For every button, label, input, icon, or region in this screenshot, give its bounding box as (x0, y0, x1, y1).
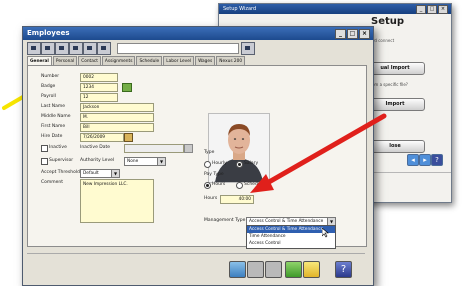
inactive-date-field[interactable] (124, 144, 184, 153)
authority-level-label: Authority Level (80, 158, 115, 163)
hours-label: Hours (204, 196, 218, 201)
accept-threshold-value: Default (83, 171, 99, 176)
maximize-icon[interactable]: □ (347, 29, 358, 39)
middle-name-field[interactable]: M. (80, 113, 154, 122)
number-label: Number (41, 74, 60, 79)
footer-divider (27, 253, 365, 254)
search-input[interactable] (117, 43, 239, 54)
inactive-date-label: Inactive Date (80, 145, 111, 150)
calendar-icon[interactable] (184, 144, 193, 153)
close-icon[interactable]: × (438, 5, 448, 14)
employees-title: Employees (27, 29, 70, 37)
cancel-icon[interactable] (303, 261, 320, 278)
comment-label: Comment (41, 180, 64, 185)
next-icon[interactable]: ▸ (419, 154, 431, 166)
payroll-label: Payroll (41, 94, 56, 99)
wizard-question-text: from a specific file? (369, 82, 408, 87)
supervisor-checkbox[interactable] (41, 158, 48, 165)
payroll-field[interactable]: 12 (80, 93, 118, 102)
help-icon[interactable]: ? (335, 261, 352, 278)
middle-name-label: Middle Name (41, 114, 71, 119)
delete-icon[interactable] (55, 42, 69, 55)
import-photo-icon[interactable] (229, 261, 246, 278)
hours-radio-label: Hours (212, 182, 226, 187)
search-icon[interactable] (241, 42, 255, 55)
supervisor-label: Supervisor (49, 158, 74, 163)
comment-field[interactable]: New Impression LLC. (80, 179, 154, 223)
pay-type-label: Pay Type (204, 172, 224, 177)
type-label: Type (204, 150, 215, 155)
employees-title-bar[interactable]: Employees _ □ × (23, 27, 373, 40)
close-icon[interactable]: × (359, 29, 370, 39)
back-icon[interactable]: ◂ (407, 154, 419, 166)
last-record-icon[interactable] (97, 42, 111, 55)
hours-field[interactable]: 40:00 (220, 195, 254, 204)
maximize-icon[interactable]: □ (427, 5, 437, 14)
first-name-field[interactable]: Bill (80, 123, 154, 132)
wizard-title: Setup Wizard (223, 6, 257, 12)
first-record-icon[interactable] (83, 42, 97, 55)
accept-threshold-label: Accept Threshold (41, 170, 80, 175)
new-record-icon[interactable] (27, 42, 41, 55)
badge-label: Badge (41, 84, 56, 89)
hire-date-field[interactable]: 7/26/2009 (80, 133, 124, 142)
inactive-label: Inactive (49, 145, 67, 150)
red-pointer-arrow (250, 113, 387, 193)
badge-field[interactable]: 1234 (80, 83, 118, 92)
save-icon[interactable] (41, 42, 55, 55)
disabled-icon (247, 261, 264, 278)
first-name-label: First Name (41, 124, 66, 129)
disabled-icon (265, 261, 282, 278)
chevron-down-icon[interactable]: ▼ (327, 218, 335, 225)
inactive-checkbox[interactable] (41, 145, 48, 152)
manual-import-button[interactable]: ual Import (365, 62, 425, 75)
mouse-cursor-icon (322, 228, 329, 238)
management-type-label: Management Type (204, 218, 246, 223)
management-type-value: Access Control & Time Attendance (249, 219, 324, 224)
last-name-label: Last Name (41, 104, 66, 109)
hourly-label: Hourly (212, 161, 227, 166)
number-field[interactable]: 0002 (80, 73, 118, 82)
wizard-heading: Setup (371, 16, 405, 27)
minimize-icon[interactable]: _ (416, 5, 426, 14)
print-icon[interactable] (69, 42, 83, 55)
dropdown-option-access-control[interactable]: Access Control (247, 240, 335, 247)
hours-radio[interactable] (204, 182, 211, 189)
calendar-icon[interactable] (124, 133, 133, 142)
hourly-radio[interactable] (204, 161, 211, 168)
chevron-down-icon[interactable]: ▼ (111, 170, 119, 177)
group-icon[interactable] (122, 83, 132, 92)
hire-date-label: Hire Date (41, 134, 63, 139)
ok-icon[interactable] (285, 261, 302, 278)
minimize-icon[interactable]: _ (335, 29, 346, 39)
authority-level-value: None (127, 159, 139, 164)
last-name-field[interactable]: Jackson (80, 103, 154, 112)
help-icon[interactable]: ? (431, 154, 443, 166)
wizard-title-bar[interactable]: Setup Wizard _ □ × (219, 4, 451, 14)
chevron-down-icon[interactable]: ▼ (157, 158, 165, 165)
authority-level-select[interactable]: None ▼ (124, 157, 166, 166)
accept-threshold-select[interactable]: Default ▼ (80, 169, 120, 178)
